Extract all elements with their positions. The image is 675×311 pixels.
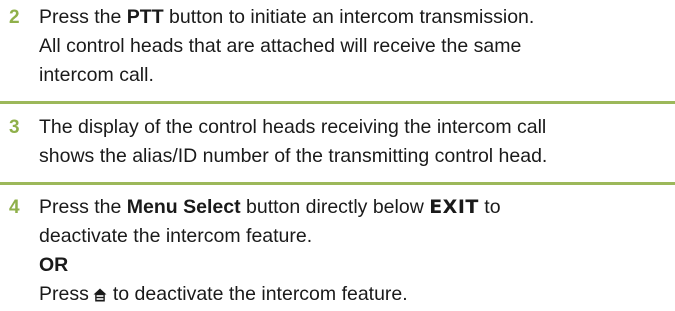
step-line: deactivate the intercom feature.: [39, 225, 313, 247]
section-divider: [0, 101, 675, 104]
step-number: 4: [9, 197, 20, 218]
step-line: shows the alias/ID number of the transmi…: [39, 145, 548, 167]
ptt-button-label: PTT: [126, 6, 164, 28]
menu-select-button-label: Menu Select: [126, 196, 241, 218]
step-number: 2: [9, 7, 20, 28]
step-line: Press the Menu Select button directly be…: [39, 196, 501, 218]
section-divider: [0, 182, 675, 185]
step-line: intercom call.: [39, 64, 154, 86]
step-text: Press the Menu Select button directly be…: [39, 193, 659, 311]
step-line: Press to deactivate the intercom feature.: [39, 280, 659, 311]
step-text: The display of the control heads receivi…: [39, 113, 659, 171]
step-text: Press the PTT button to initiate an inte…: [39, 3, 659, 90]
or-label: OR: [39, 254, 69, 276]
step-line: Press the PTT button to initiate an inte…: [39, 6, 535, 28]
home-icon: [93, 282, 107, 311]
step-line: The display of the control heads receivi…: [39, 116, 547, 138]
step-number: 3: [9, 117, 20, 138]
step-line: All control heads that are attached will…: [39, 35, 522, 57]
step-line: OR: [39, 251, 659, 280]
exit-display-label: EXIT: [429, 196, 479, 218]
